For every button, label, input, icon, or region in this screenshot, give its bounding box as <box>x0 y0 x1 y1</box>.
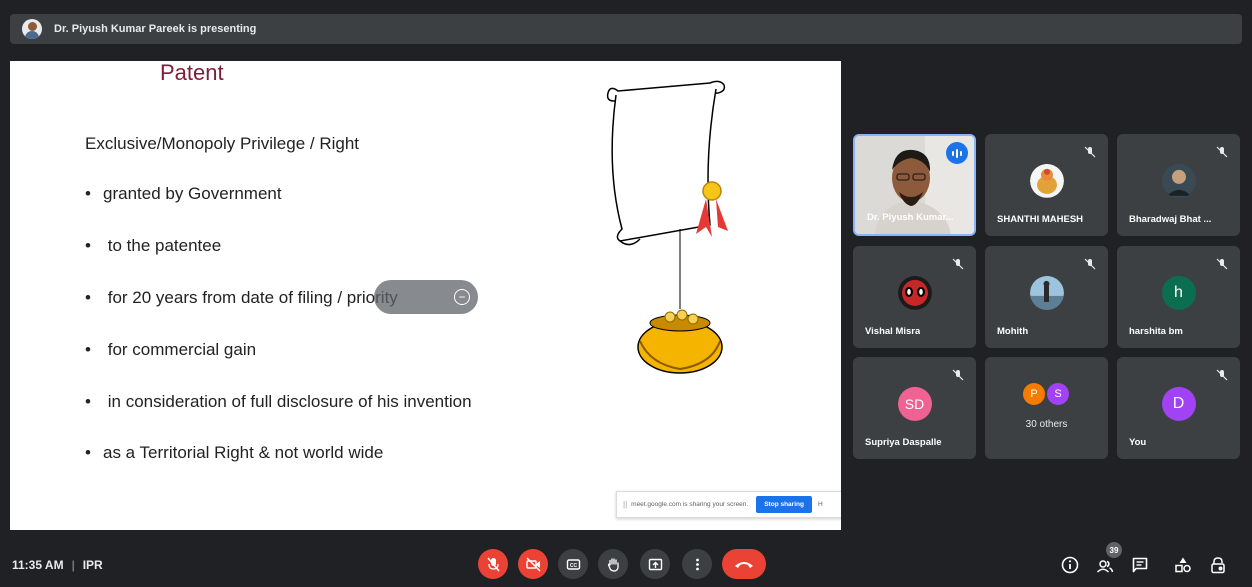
mic-off-icon <box>952 258 964 270</box>
participant-count-badge: 39 <box>1106 542 1122 558</box>
svg-text:CC: CC <box>569 563 577 569</box>
participant-name: SHANTHI MAHESH <box>997 214 1084 225</box>
participant-name: Supriya Daspalle <box>865 437 942 448</box>
participant-name: Mohith <box>997 326 1029 337</box>
more-icon <box>695 558 699 570</box>
participant-name: Dr. Piyush Kumar... <box>867 212 954 223</box>
people-icon <box>1096 560 1114 573</box>
camera-off-icon <box>525 556 541 572</box>
activities-button[interactable] <box>1173 555 1193 575</box>
chat-icon <box>1132 557 1148 573</box>
mic-off-icon <box>486 557 500 571</box>
presenter-text: Dr. Piyush Kumar Pareek is presenting <box>54 23 257 35</box>
presenter-avatar <box>22 19 42 39</box>
slide-bullet: • to the patentee <box>85 236 222 255</box>
present-now-button[interactable] <box>640 549 670 579</box>
minimize-icon[interactable]: − <box>454 289 470 305</box>
participant-avatar <box>1029 275 1064 310</box>
mic-off-icon <box>1084 258 1096 270</box>
slide-bullet: • granted by Government <box>85 184 282 203</box>
participant-tile[interactable]: SD Supriya Daspalle <box>853 357 976 459</box>
speaking-indicator-icon <box>946 142 968 164</box>
mic-toggle-button[interactable] <box>478 549 508 579</box>
drag-handle-icon[interactable]: || <box>623 500 627 509</box>
participant-name: You <box>1129 437 1147 448</box>
meeting-details: 11:35 AM | IPR <box>12 558 103 572</box>
meeting-details-button[interactable] <box>1060 555 1080 575</box>
screen-share-overlay[interactable]: − <box>374 280 478 314</box>
mic-off-icon <box>952 369 964 381</box>
participant-tile[interactable]: Bharadwaj Bhat ... <box>1117 134 1240 236</box>
participant-tile[interactable]: Mohith <box>985 246 1108 348</box>
slide-title: Patent <box>160 61 224 85</box>
participant-name: harshita bm <box>1129 326 1183 337</box>
slide-bullet: • as a Territorial Right & not world wide <box>85 443 384 462</box>
clock: 11:35 AM <box>12 558 64 572</box>
hide-button[interactable]: H <box>818 501 823 508</box>
participant-tile[interactable]: h harshita bm <box>1117 246 1240 348</box>
participant-tile-self[interactable]: D You <box>1117 357 1240 459</box>
participant-avatar: SD <box>897 386 932 421</box>
chat-button[interactable] <box>1130 555 1150 575</box>
presenter-banner: Dr. Piyush Kumar Pareek is presenting <box>10 14 1242 44</box>
participant-avatar <box>897 275 932 310</box>
participant-tile-others[interactable]: P S 30 others <box>985 357 1108 459</box>
raise-hand-icon <box>607 557 619 572</box>
mic-off-icon <box>1216 369 1228 381</box>
host-controls-icon <box>1211 557 1225 574</box>
slide-bullet: • for 20 years from date of filing / pri… <box>85 288 398 307</box>
raise-hand-button[interactable] <box>598 549 628 579</box>
others-avatars: P S <box>1023 383 1069 405</box>
mic-off-icon <box>1216 258 1228 270</box>
others-count: 30 others <box>1025 419 1068 430</box>
share-message: meet.google.com is sharing your screen. <box>631 501 749 508</box>
meeting-name: IPR <box>82 558 103 572</box>
participant-tile[interactable]: Vishal Misra <box>853 246 976 348</box>
participant-tile-presenter[interactable]: Dr. Piyush Kumar... <box>853 134 976 236</box>
stop-sharing-button[interactable]: Stop sharing <box>756 496 812 513</box>
more-options-button[interactable] <box>682 549 712 579</box>
leave-call-button[interactable] <box>722 549 766 579</box>
captions-button[interactable]: CC <box>558 549 588 579</box>
host-controls-button[interactable] <box>1208 555 1228 575</box>
participant-avatar: D <box>1161 386 1196 421</box>
mic-off-icon <box>1084 146 1096 158</box>
participant-avatar: h <box>1161 275 1196 310</box>
participant-avatar <box>1161 163 1196 198</box>
present-icon <box>648 558 662 570</box>
activities-icon <box>1175 557 1191 573</box>
participant-avatar: P <box>1023 383 1045 405</box>
participant-name: Vishal Misra <box>865 326 921 337</box>
slide-heading: Exclusive/Monopoly Privilege / Right <box>85 134 360 153</box>
mic-off-icon <box>1216 146 1228 158</box>
participant-name: Bharadwaj Bhat ... <box>1129 214 1212 225</box>
slide-bullet: • in consideration of full disclosure of… <box>85 392 472 411</box>
captions-icon: CC <box>566 558 580 570</box>
slide-bullet: • for commercial gain <box>85 340 257 359</box>
screen-share-notice: || meet.google.com is sharing your scree… <box>616 491 841 518</box>
participant-avatar: S <box>1047 383 1069 405</box>
end-call-icon <box>735 561 753 568</box>
participant-tile[interactable]: SHANTHI MAHESH <box>985 134 1108 236</box>
participant-avatar <box>1029 163 1064 198</box>
info-icon <box>1061 556 1079 574</box>
patent-scroll-illustration <box>606 80 728 374</box>
people-button[interactable] <box>1095 555 1115 575</box>
camera-toggle-button[interactable] <box>518 549 548 579</box>
shared-screen: Patent Exclusive/Monopoly Privilege / Ri… <box>10 61 841 530</box>
